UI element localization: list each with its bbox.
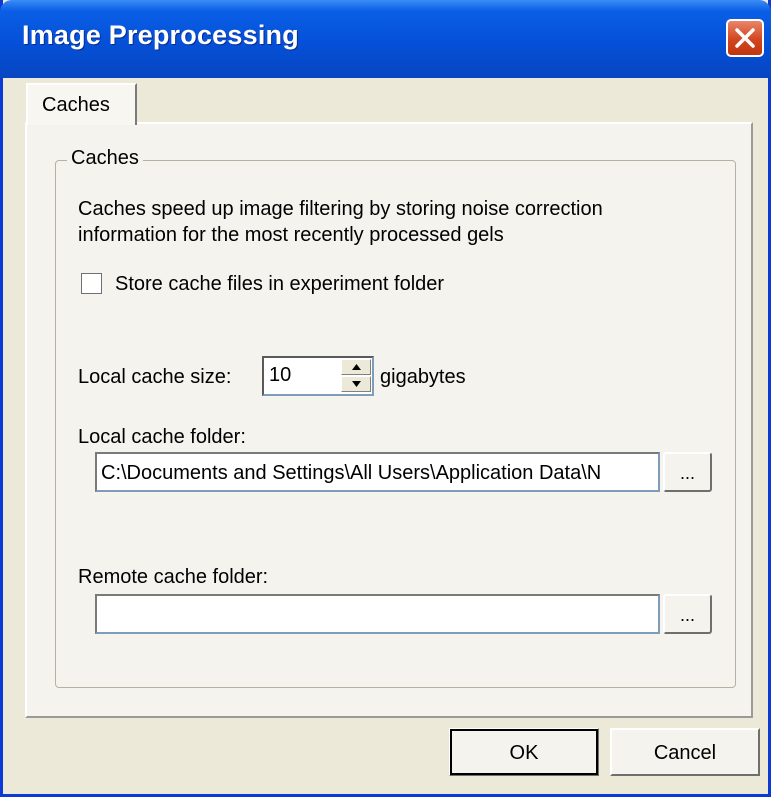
remote-cache-folder-label: Remote cache folder: [78, 566, 269, 588]
dialog-window: Image Preprocessing Caches Caches Caches… [0, 0, 771, 797]
local-cache-folder-value[interactable]: C:\Documents and Settings\All Users\Appl… [101, 462, 601, 485]
store-in-experiment-label[interactable]: Store cache files in experiment folder [115, 273, 444, 296]
local-cache-browse-button[interactable]: ... [663, 452, 712, 492]
remote-cache-browse-button[interactable]: ... [663, 594, 712, 634]
close-icon [735, 28, 755, 48]
local-cache-size-value[interactable]: 10 [269, 364, 291, 387]
dialog-title: Image Preprocessing [22, 20, 299, 50]
title-bar[interactable]: Image Preprocessing [0, 0, 771, 78]
remote-cache-browse-label: ... [679, 605, 695, 625]
cancel-button-label: Cancel [653, 742, 717, 764]
tab-caches[interactable]: Caches [26, 83, 137, 125]
cancel-button[interactable]: Cancel [610, 728, 760, 776]
local-cache-size-label: Local cache size: [78, 366, 232, 388]
cache-description-line1: Caches speed up image filtering by stori… [78, 198, 603, 220]
spin-down-button[interactable] [341, 376, 371, 392]
tab-caches-label: Caches [42, 94, 110, 116]
local-cache-folder-input[interactable]: C:\Documents and Settings\All Users\Appl… [95, 452, 660, 492]
caches-group-title: Caches [67, 147, 143, 170]
store-in-experiment-checkbox[interactable] [81, 273, 102, 294]
spin-up-button[interactable] [341, 359, 371, 375]
remote-cache-folder-input[interactable] [95, 594, 660, 634]
ok-button-label: OK [509, 742, 539, 764]
ok-button[interactable]: OK [449, 728, 599, 776]
local-cache-size-spinner[interactable] [341, 359, 371, 393]
local-cache-size-input[interactable]: 10 [262, 356, 374, 396]
arrow-up-icon [352, 364, 361, 370]
local-cache-size-unit: gigabytes [380, 366, 466, 388]
local-cache-folder-label: Local cache folder: [78, 426, 246, 448]
close-button[interactable] [726, 19, 764, 57]
cache-description-line2: information for the most recently proces… [78, 224, 504, 246]
local-cache-browse-label: ... [679, 463, 695, 483]
arrow-down-icon [352, 381, 361, 387]
